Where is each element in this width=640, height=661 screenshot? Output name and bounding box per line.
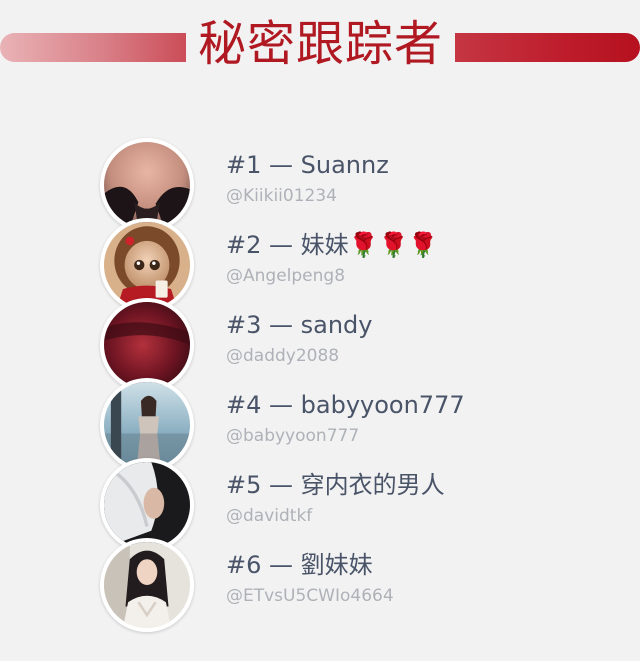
tracker-row-6[interactable]: #6 — 劉妹妹 @ETvsU5CWIo4664 [100, 538, 620, 632]
cartoon-girl-avatar-icon [104, 222, 190, 308]
woman-city-avatar-icon [104, 382, 190, 468]
tracker-row-1[interactable]: #1 — Suannz @Kiikii01234 [100, 138, 620, 232]
dark-red-avatar-icon [104, 302, 190, 388]
tracker-row-2[interactable]: #2 — 妹妹🌹🌹🌹 @Angelpeng8 [100, 218, 620, 312]
tracker-name: #5 — 穿内衣的男人 [226, 471, 445, 499]
woman-portrait-avatar-icon [104, 542, 190, 628]
tracker-handle: @Kiikii01234 [226, 186, 337, 206]
tracker-name: #2 — 妹妹🌹🌹🌹 [226, 231, 439, 259]
tracker-row-5[interactable]: #5 — 穿内衣的男人 @davidtkf [100, 458, 620, 552]
tracker-list: #1 — Suannz @Kiikii01234 #2 — 妹妹🌹🌹🌹 @Ang… [0, 0, 640, 661]
user-photo-avatar-icon [104, 142, 190, 228]
tracker-handle: @daddy2088 [226, 346, 340, 366]
tracker-name: #4 — babyyoon777 [226, 391, 465, 419]
tracker-handle: @ETvsU5CWIo4664 [226, 586, 394, 606]
tracker-handle: @davidtkf [226, 506, 313, 526]
tracker-name: #3 — sandy [226, 311, 373, 339]
tracker-row-3[interactable]: #3 — sandy @daddy2088 [100, 298, 620, 392]
tracker-handle: @babyyoon777 [226, 426, 360, 446]
tracker-name: #1 — Suannz [226, 151, 389, 179]
avatar[interactable] [100, 538, 194, 632]
tracker-handle: @Angelpeng8 [226, 266, 346, 286]
white-fabric-avatar-icon [104, 462, 190, 548]
tracker-row-4[interactable]: #4 — babyyoon777 @babyyoon777 [100, 378, 620, 472]
tracker-name: #6 — 劉妹妹 [226, 551, 373, 579]
